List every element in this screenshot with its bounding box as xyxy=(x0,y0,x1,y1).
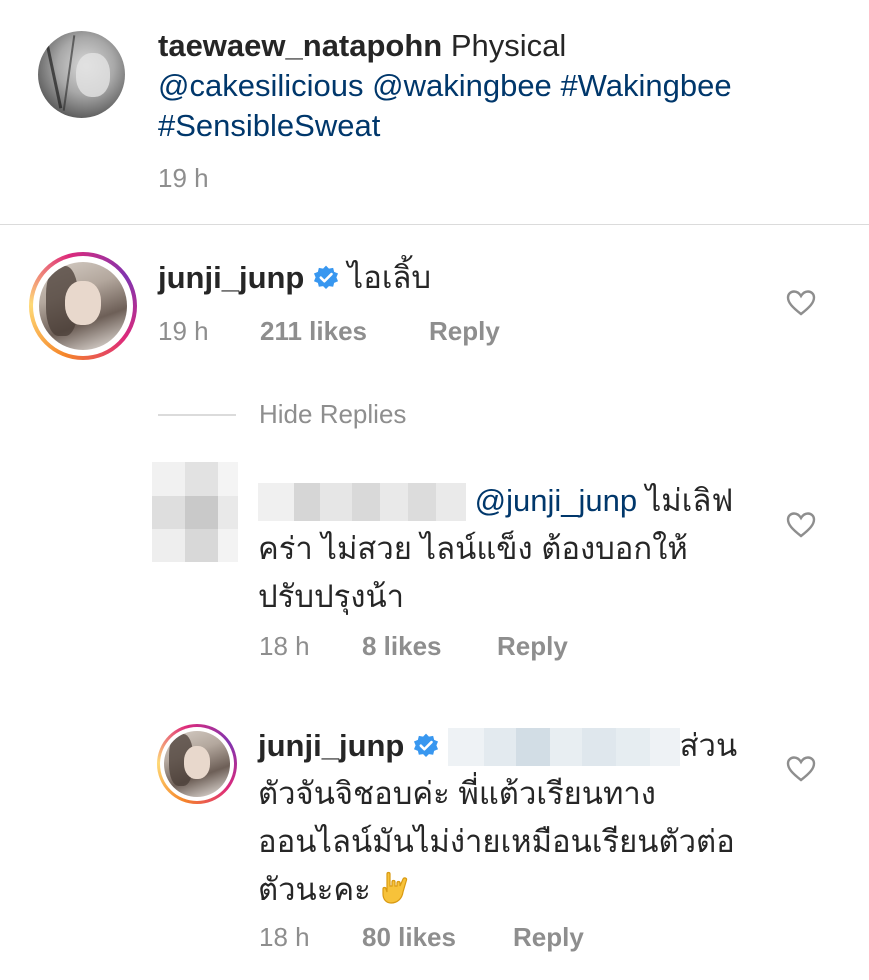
avatar-hair-strand xyxy=(44,39,63,109)
reply-text: @junji_junp ไม่เลิฟ คร่า ไม่สวย ไลน์แข็ง… xyxy=(258,477,768,621)
commenter-avatar[interactable] xyxy=(39,262,127,350)
caption-text: taewaew_natapohn Physical @cakesilicious… xyxy=(158,26,838,146)
blur-pixel xyxy=(218,462,238,496)
verified-badge-icon xyxy=(313,265,339,290)
avatar-face xyxy=(76,53,110,97)
avatar-face xyxy=(65,281,101,326)
caption-timestamp: 19 h xyxy=(158,163,209,193)
comment-text: junji_junp ไอเลิ้บ xyxy=(158,254,431,302)
blurred-mention[interactable] xyxy=(447,728,680,766)
story-ring-gap xyxy=(160,727,234,801)
reply-button[interactable]: Reply xyxy=(513,922,584,953)
blur-pixel xyxy=(152,462,185,496)
avatar-face xyxy=(183,745,211,779)
story-ring[interactable] xyxy=(157,724,237,804)
caption-username[interactable]: taewaew_natapohn xyxy=(158,28,442,63)
blur-pixel xyxy=(185,529,218,562)
hashtag-link[interactable]: #SensibleSweat xyxy=(158,108,380,143)
avatar-hair-strand xyxy=(62,35,76,111)
reply-body-line: ไม่เลิฟ xyxy=(637,483,734,518)
reply-button[interactable]: Reply xyxy=(497,631,568,662)
comment-username[interactable]: junji_junp xyxy=(158,260,304,295)
like-heart-icon[interactable] xyxy=(786,289,816,317)
hide-replies-button[interactable]: Hide Replies xyxy=(259,399,406,430)
reply-text: junji_junp ส่วน ตัวจันจิชอบค่ะ พี่แต้วเร… xyxy=(258,722,778,914)
reply-likes[interactable]: 8 likes xyxy=(362,631,442,662)
comment-body: ไอเลิ้บ xyxy=(347,260,432,295)
caption-author-avatar[interactable] xyxy=(38,31,125,118)
blur-pixel xyxy=(218,529,238,562)
reply-body-line: ตัวนะคะ xyxy=(258,872,380,907)
blur-pixel xyxy=(185,462,218,496)
verified-badge-icon xyxy=(413,733,439,758)
reply-body-line: ออนไลน์มันไม่ง่ายเหมือนเรียนตัวต่อ xyxy=(258,824,735,859)
reply-timestamp: 18 h xyxy=(259,922,310,952)
reply-body-line: คร่า ไม่สวย ไลน์แข็ง ต้องบอกให้ xyxy=(258,531,688,566)
story-ring[interactable] xyxy=(29,252,137,360)
reply-body-line: ตัวจันจิชอบค่ะ พี่แต้วเรียนทาง xyxy=(258,776,656,811)
reply-body-line: ปรับปรุงน้า xyxy=(258,579,405,614)
caption-body: Physical xyxy=(442,28,567,63)
blur-pixel xyxy=(185,496,218,529)
replies-divider-line xyxy=(158,414,236,416)
reply-likes[interactable]: 80 likes xyxy=(362,922,456,953)
comment-likes[interactable]: 211 likes xyxy=(260,316,367,347)
blur-pixel xyxy=(152,529,185,562)
commenter-avatar[interactable] xyxy=(164,731,230,797)
like-heart-icon[interactable] xyxy=(786,755,816,783)
like-heart-icon[interactable] xyxy=(786,511,816,539)
mention-link[interactable]: @junji_junp xyxy=(475,483,637,518)
story-ring-gap xyxy=(33,256,133,356)
blur-pixel xyxy=(218,496,238,529)
reply-button[interactable]: Reply xyxy=(429,316,500,347)
divider xyxy=(0,224,869,225)
reply-timestamp: 18 h xyxy=(259,631,310,661)
mention-link[interactable]: @cakesilicious xyxy=(158,68,363,103)
blurred-username[interactable] xyxy=(258,483,466,521)
comment-timestamp: 19 h xyxy=(158,316,209,346)
reply-username[interactable]: junji_junp xyxy=(258,728,404,763)
reply-body-line: ส่วน xyxy=(679,728,738,763)
mention-link[interactable]: @wakingbee xyxy=(372,68,552,103)
hand-rock-icon xyxy=(382,871,408,904)
blur-pixel xyxy=(152,496,185,529)
hashtag-link[interactable]: #Wakingbee xyxy=(560,68,731,103)
